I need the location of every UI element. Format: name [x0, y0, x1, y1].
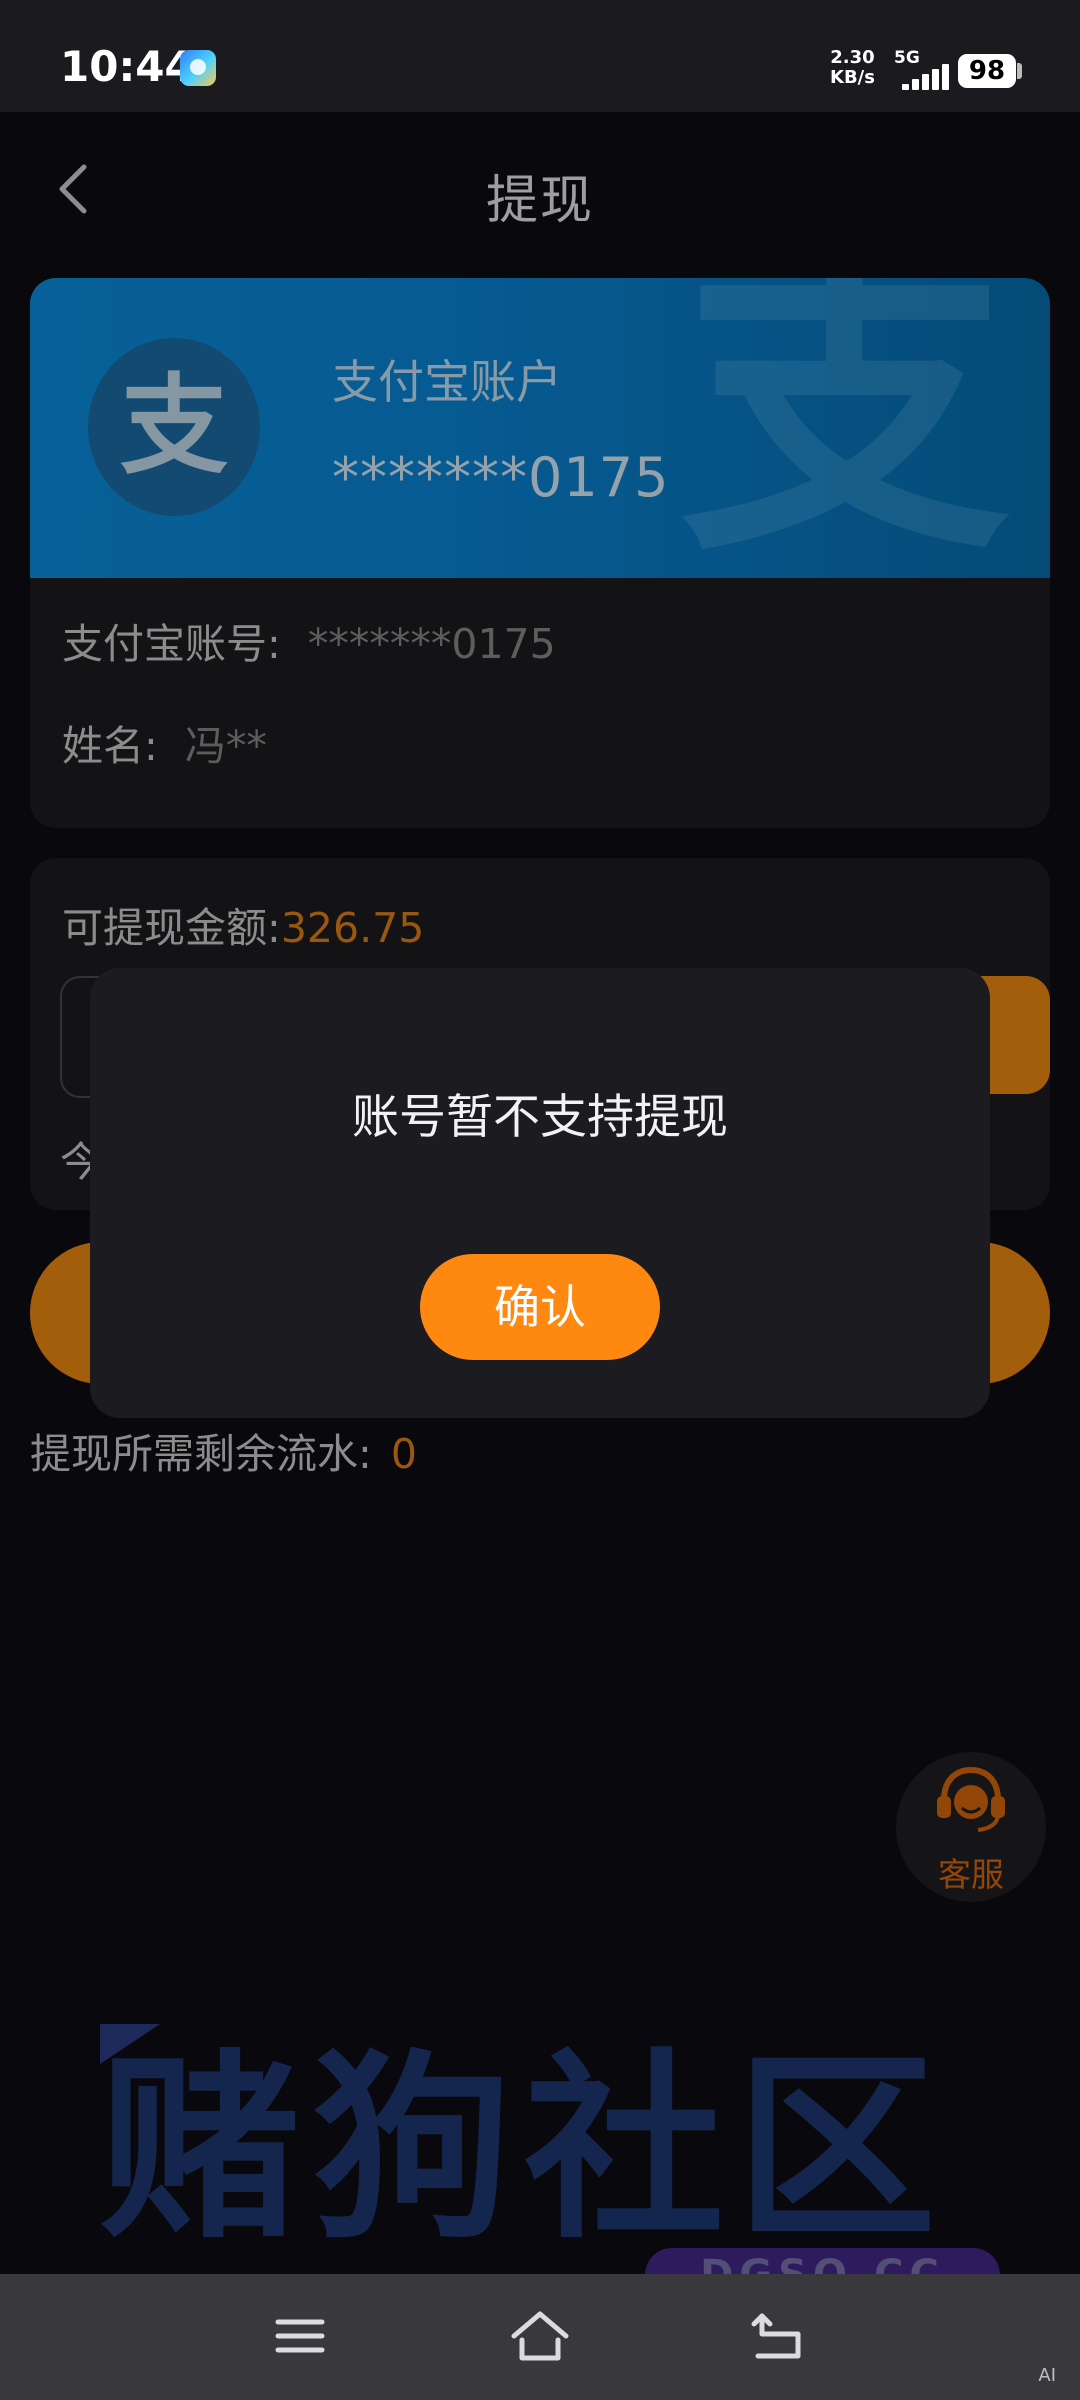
corner-tag: AI	[1038, 2365, 1056, 2386]
battery-tip	[1017, 63, 1022, 79]
back-nav-icon[interactable]	[748, 2304, 812, 2368]
signal-icon	[898, 64, 949, 90]
alert-dialog: 账号暂不支持提现 确认	[90, 968, 990, 1418]
net-speed: 2.30 KB/s	[830, 48, 875, 88]
battery-icon: 98	[958, 54, 1016, 88]
net-speed-unit: KB/s	[830, 67, 875, 88]
net-speed-value: 2.30	[830, 47, 875, 68]
status-bar: 10:44 2.30 KB/s 5G 98	[0, 0, 1080, 112]
home-icon[interactable]	[508, 2304, 572, 2368]
menu-icon[interactable]	[268, 2304, 332, 2368]
system-nav-bar: AI	[0, 2274, 1080, 2400]
status-time: 10:44	[60, 42, 194, 91]
app-notification-icon	[180, 50, 216, 86]
dialog-message: 账号暂不支持提现	[352, 1090, 728, 1145]
confirm-button[interactable]: 确认	[420, 1254, 660, 1360]
